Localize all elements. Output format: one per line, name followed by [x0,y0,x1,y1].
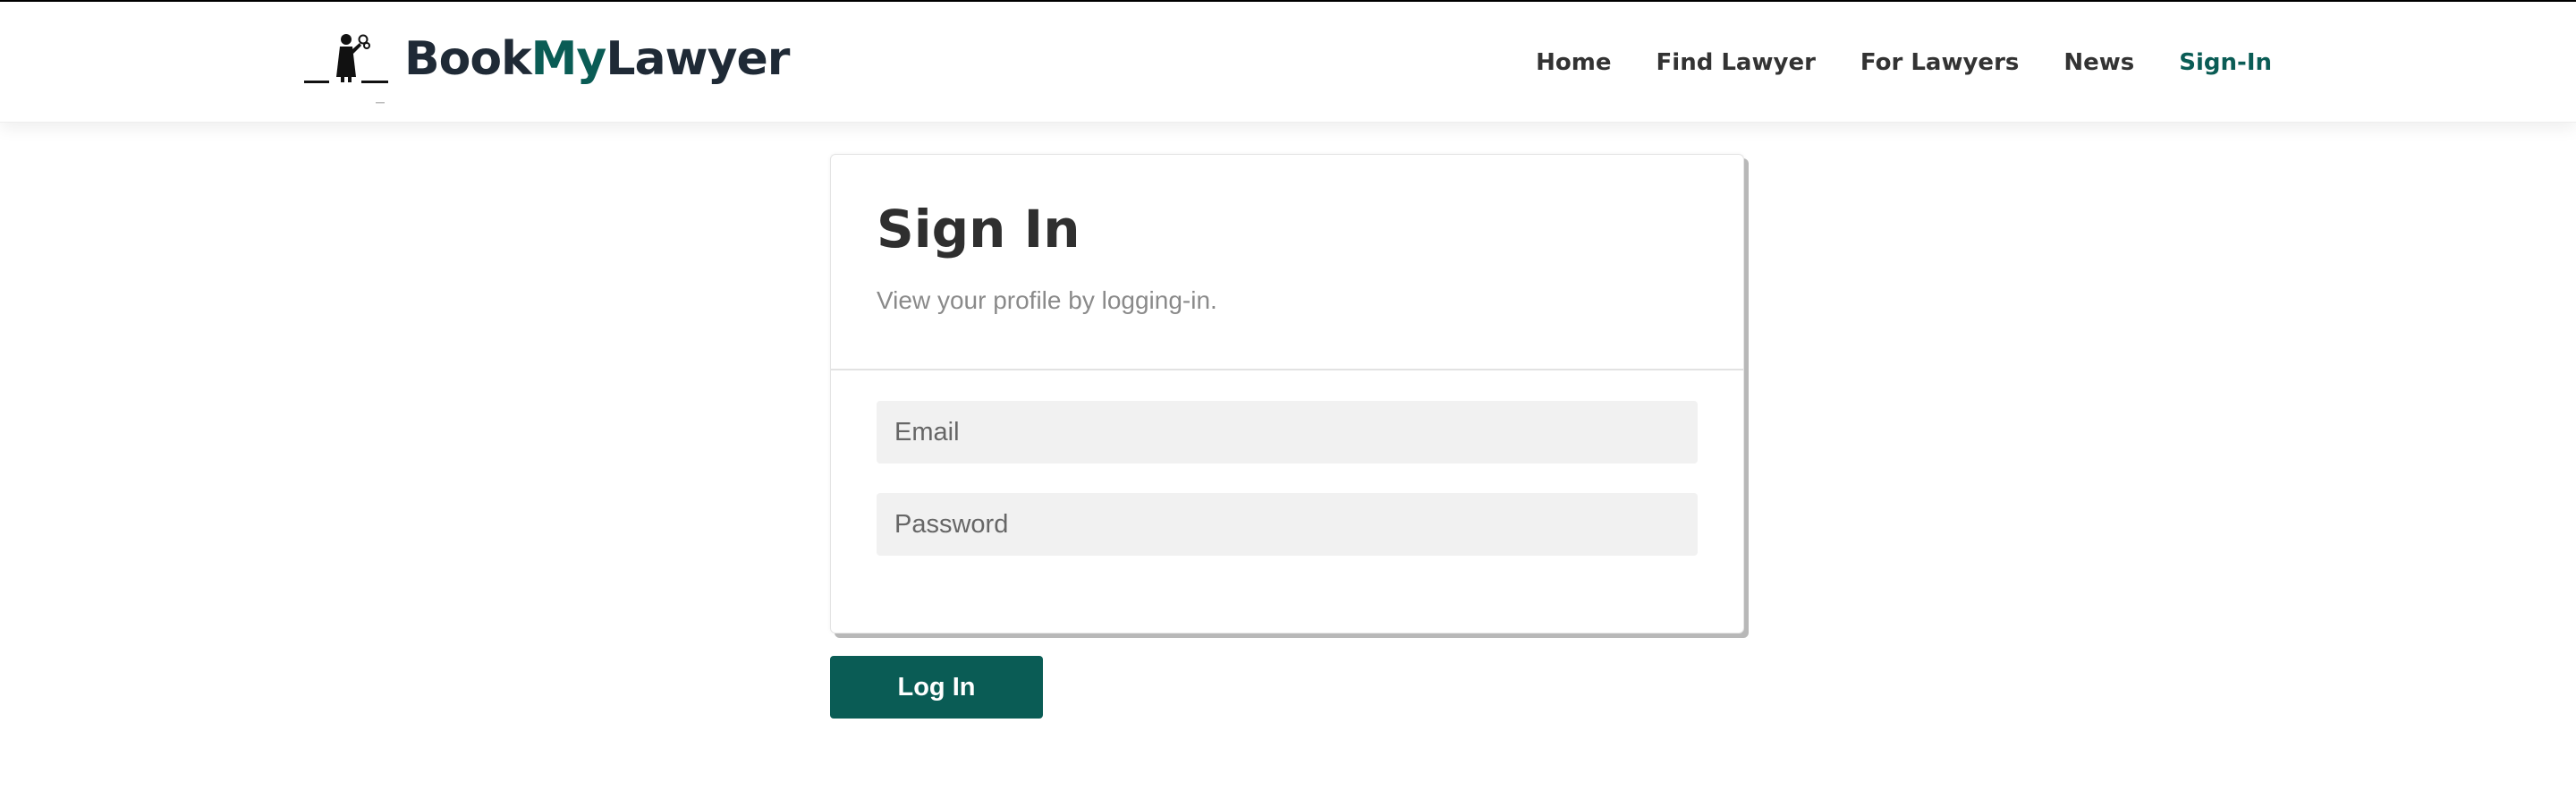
signin-form [831,370,1743,556]
brand-name-part3: Lawyer [606,32,790,86]
nav-sign-in[interactable]: Sign-In [2179,45,2272,81]
signin-subtitle: View your profile by logging-in. [877,286,1217,314]
nav-home[interactable]: Home [1536,45,1611,81]
lawyer-with-scales-icon [302,29,392,109]
main-nav: Home Find Lawyer For Lawyers News Sign-I… [1491,45,2272,81]
password-field[interactable] [877,493,1698,556]
signin-card: Sign In View your profile by logging-in. [830,154,1744,634]
nav-news[interactable]: News [2063,45,2134,81]
signin-card-header: Sign In View your profile by logging-in. [831,155,1743,370]
brand-name-part2: My [530,32,607,86]
signin-title: Sign In [877,199,1080,259]
site-header: BookMyLawyer Home Find Lawyer For Lawyer… [0,2,2576,123]
brand-name: BookMyLawyer [404,30,790,88]
nav-for-lawyers[interactable]: For Lawyers [1860,45,2019,81]
nav-find-lawyer[interactable]: Find Lawyer [1657,45,1816,81]
login-button[interactable]: Log In [830,656,1043,719]
brand-logo[interactable]: BookMyLawyer [302,29,790,109]
page: BookMyLawyer Home Find Lawyer For Lawyer… [0,0,2576,791]
brand-name-part1: Book [404,32,532,86]
email-field[interactable] [877,401,1698,464]
